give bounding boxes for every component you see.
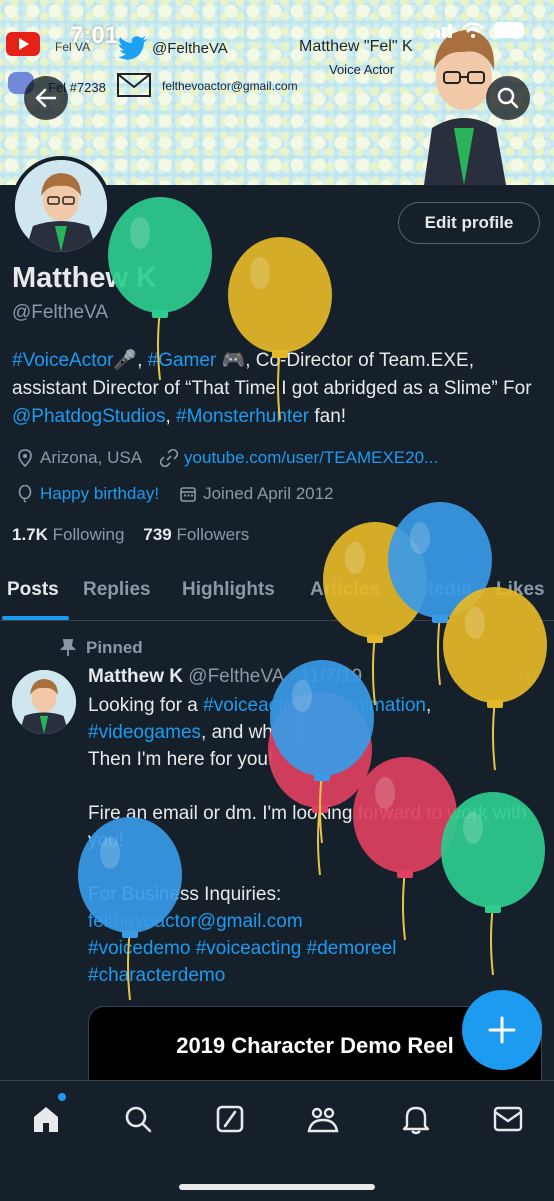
grok-icon — [216, 1105, 244, 1133]
nav-search[interactable] — [120, 1101, 156, 1137]
compose-post-button[interactable] — [462, 990, 542, 1070]
profile-tabs: Posts Replies Highlights Articles Media … — [0, 565, 554, 621]
notifications-icon — [402, 1106, 430, 1135]
tab-media[interactable]: Media — [418, 579, 472, 601]
tab-likes[interactable]: Likes — [496, 579, 545, 601]
hashtag-voicedemo[interactable]: #voicedemo — [88, 938, 190, 959]
tab-articles[interactable]: Articles — [310, 579, 380, 601]
calendar-icon — [180, 487, 196, 502]
nav-messages[interactable] — [490, 1101, 526, 1137]
location-row: Arizona, USA youtube.com/user/TEAMEXE20.… — [16, 448, 438, 468]
home-notification-dot — [58, 1093, 66, 1101]
profile-website-link[interactable]: youtube.com/user/TEAMEXE20... — [184, 448, 438, 468]
tweet-text: for — [300, 695, 334, 716]
tweet-author-name[interactable]: Matthew K — [88, 666, 183, 687]
following-count: 1.7K — [12, 525, 48, 544]
hashtag-voiceactor[interactable]: #voiceactor — [203, 695, 300, 716]
bio-text: , — [165, 406, 177, 427]
tweet-text: For Business Inquiries: — [88, 884, 282, 905]
plus-icon — [488, 1016, 516, 1044]
banner-email: felthevoactor@gmail.com — [162, 79, 298, 93]
back-button[interactable] — [24, 76, 68, 120]
bio-hashtag-gamer[interactable]: #Gamer — [148, 350, 217, 371]
birthday-joined-row: Happy birthday! Joined April 2012 — [16, 484, 334, 504]
birthday-label[interactable]: Happy birthday! — [40, 484, 159, 504]
youtube-icon — [6, 32, 40, 56]
tweet-text: Fire an email or dm. I'm looking forward… — [88, 803, 527, 851]
tweet-body: Looking for a #voiceactor for #animation… — [88, 692, 538, 989]
signal-icon — [430, 22, 452, 38]
nav-grok[interactable] — [212, 1101, 248, 1137]
followers-count: 739 — [143, 525, 172, 544]
profile-handle: @FeltheVA — [12, 302, 109, 323]
communities-icon — [307, 1107, 339, 1133]
hashtag-demoreel[interactable]: #demoreel — [301, 938, 397, 959]
hashtag-videogames[interactable]: #videogames — [88, 722, 201, 743]
wifi-icon — [462, 22, 484, 38]
profile-location: Arizona, USA — [40, 448, 143, 467]
joined-date: Joined April 2012 — [203, 484, 334, 503]
banner-role: Voice Actor — [329, 62, 395, 77]
followers-label: Followers — [176, 525, 250, 544]
avatar-illustration — [12, 670, 76, 734]
tweet-header: Matthew K @FeltheVA · 11/7/19 — [88, 666, 362, 688]
pinned-indicator: Pinned — [60, 638, 143, 658]
followers-link[interactable]: 739 Followers — [143, 525, 249, 544]
tab-posts[interactable]: Posts — [7, 579, 59, 601]
hashtag-characterdemo[interactable]: #characterdemo — [88, 962, 538, 989]
bio-hashtag-voiceactor[interactable]: #VoiceActor — [12, 350, 113, 371]
bio-hashtag-monsterhunter[interactable]: #Monsterhunter — [176, 406, 309, 427]
home-indicator — [179, 1184, 375, 1190]
status-icons — [430, 22, 524, 38]
pin-icon — [60, 639, 76, 656]
link-icon — [160, 449, 179, 467]
search-icon — [125, 1106, 152, 1133]
nav-notifications[interactable] — [398, 1101, 434, 1137]
tweet-text: Then I'm here for you! — [88, 749, 274, 770]
hashtag-animation[interactable]: #animation — [333, 695, 426, 716]
tweet-text: , and what not? — [201, 722, 331, 743]
nav-home[interactable] — [28, 1101, 64, 1137]
battery-icon — [494, 22, 524, 38]
tweet-text: , — [426, 695, 432, 716]
profile-avatar[interactable] — [11, 156, 111, 256]
following-label: Following — [52, 525, 125, 544]
tweet-handle-date: @FeltheVA · 11/7/19 — [188, 666, 363, 687]
home-icon — [34, 1107, 58, 1132]
tweet-author-avatar[interactable] — [12, 670, 76, 734]
balloon-icon — [18, 485, 32, 503]
twitter-bird-icon — [118, 36, 147, 60]
bio-text: 🎤, — [113, 350, 148, 371]
search-icon — [497, 87, 519, 109]
edit-profile-button[interactable]: Edit profile — [398, 202, 540, 244]
bottom-navigation — [0, 1080, 554, 1201]
profile-banner[interactable]: 7:01 Fel VA @FeltheVA Matthew "Fel" K Vo… — [0, 0, 554, 185]
nav-communities[interactable] — [305, 1101, 341, 1137]
bio-mention-phatdogstudios[interactable]: @PhatdogStudios — [12, 406, 165, 427]
tab-replies[interactable]: Replies — [83, 579, 151, 601]
bio-text: fan! — [309, 406, 347, 427]
hashtag-voiceacting[interactable]: #voiceacting — [190, 938, 302, 959]
search-profile-button[interactable] — [486, 76, 530, 120]
tweet-email-link[interactable]: felthevoactor@gmail.com — [88, 908, 538, 935]
tab-highlights[interactable]: Highlights — [182, 579, 275, 601]
banner-name: Matthew "Fel" K — [299, 38, 413, 55]
location-pin-icon — [18, 449, 32, 467]
display-name: Matthew K — [12, 262, 157, 294]
banner-youtube-label: Fel VA — [55, 40, 91, 54]
following-link[interactable]: 1.7K Following — [12, 525, 124, 544]
tweet-text: Looking for a — [88, 695, 204, 716]
pinned-label: Pinned — [86, 638, 143, 657]
arrow-left-icon — [35, 88, 57, 108]
messages-icon — [493, 1106, 523, 1132]
profile-bio: #VoiceActor🎤, #Gamer 🎮, Co-Director of T… — [12, 347, 542, 431]
avatar-illustration — [15, 160, 107, 252]
banner-twitter-handle: @FeltheVA — [152, 40, 228, 57]
mail-icon — [117, 73, 151, 97]
follow-counts: 1.7K Following 739 Followers — [12, 525, 249, 545]
tweet-more-button[interactable]: ··· — [518, 664, 538, 687]
active-tab-indicator — [2, 616, 69, 620]
